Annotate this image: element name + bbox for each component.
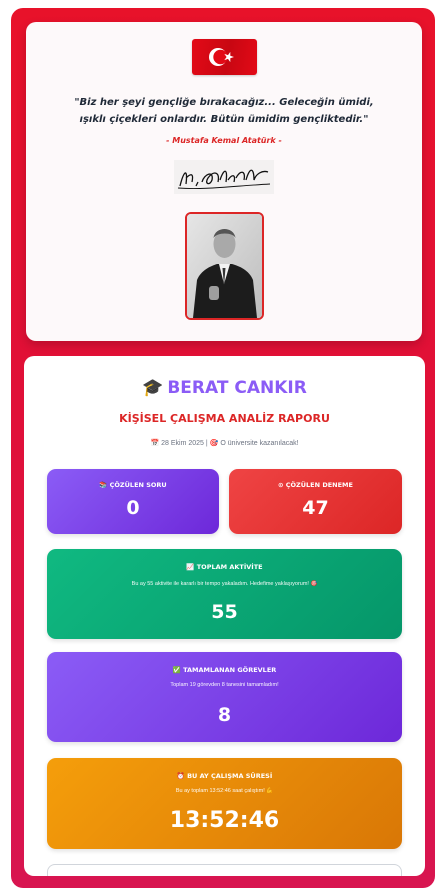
report-card: 🎓 BERAT CANKIR KİŞİSEL ÇALIŞMA ANALİZ RAP… [24,356,425,876]
stat-activity-label-text: TOPLAM AKTİVİTE [196,563,263,571]
quote-text: "Biz her şeyi gençliğe bırakacağız... Ge… [66,94,382,128]
stat-time-value: 13:52:46 [169,808,280,833]
goal-text: O üniversite kazanılacak! [220,440,299,447]
report-title: KİŞİSEL ÇALIŞMA ANALİZ RAPORU [119,412,330,425]
stat-exams-label-text: ÇÖZÜLEN DENEME [285,481,353,489]
stat-solved-questions: 📚 ÇÖZÜLEN SORU 0 [47,469,219,534]
stat-total-activity: 📈 TOPLAM AKTİVİTE Bu ay 55 aktivite ile … [47,549,402,639]
stat-monthly-study-time: ⏰ BU AY ÇALIŞMA SÜRESİ Bu ay toplam 13:5… [47,758,402,849]
stat-time-label-text: BU AY ÇALIŞMA SÜRESİ [187,772,273,780]
chart-up-icon: 📈 [186,563,195,571]
check-icon: ✅ [172,666,181,674]
turkish-flag-icon [192,39,257,75]
calendar-icon: 📅 [150,440,160,447]
report-meta: 📅 28 Ekim 2025 | 🎯 O üniversite kazanıla… [24,439,425,447]
stat-tasks-label-text: TAMAMLANAN GÖREVLER [183,666,277,674]
meta-separator: | [205,440,208,447]
student-name-text: BERAT CANKIR [167,378,307,398]
stat-solved-exams: ⊙ ÇÖZÜLEN DENEME 47 [229,469,402,534]
stat-tasks-value: 8 [217,704,232,726]
stat-tasks-desc: Toplam 19 görevden 8 tanesini tamamladım… [170,682,279,688]
stat-solved-label: 📚 ÇÖZÜLEN SORU [47,481,219,489]
stat-time-desc: Bu ay toplam 13:52:46 saat çalıştım! 💪 [175,788,274,794]
portrait-photo [185,212,264,320]
stat-exams-label: ⊙ ÇÖZÜLEN DENEME [229,481,402,489]
stat-time-label: ⏰ BU AY ÇALIŞMA SÜRESİ [47,772,402,780]
stat-tasks-label: ✅ TAMAMLANAN GÖREVLER [47,666,402,674]
target-icon: 🎯 [209,440,219,447]
student-name: 🎓 BERAT CANKIR [24,378,425,398]
stat-activity-value: 55 [211,601,238,623]
quote-card: "Biz her şeyi gençliğe bırakacağız... Ge… [26,22,422,341]
stat-exams-value: 47 [302,497,329,519]
quote-line-2: ışıklı çiçekleri onlardır. Bütün ümidim … [79,114,369,125]
quote-line-1: "Biz her şeyi gençliğe bırakacağız... Ge… [74,97,374,108]
stat-activity-label: 📈 TOPLAM AKTİVİTE [47,563,402,571]
clock-icon: ⏰ [176,772,185,780]
books-icon: 📚 [99,481,108,489]
target-circle-icon: ⊙ [278,481,284,489]
graduation-cap-icon: 🎓 [142,378,164,398]
stat-solved-label-text: ÇÖZÜLEN SORU [109,481,167,489]
stat-solved-value: 0 [126,497,140,519]
signature-image [174,160,274,194]
quote-author: - Mustafa Kemal Atatürk - [166,136,282,145]
stat-activity-desc: Bu ay 55 aktivite ile kararlı bir tempo … [131,581,318,587]
report-date: 28 Ekim 2025 [161,440,204,447]
stat-completed-tasks: ✅ TAMAMLANAN GÖREVLER Toplam 19 görevden… [47,652,402,742]
